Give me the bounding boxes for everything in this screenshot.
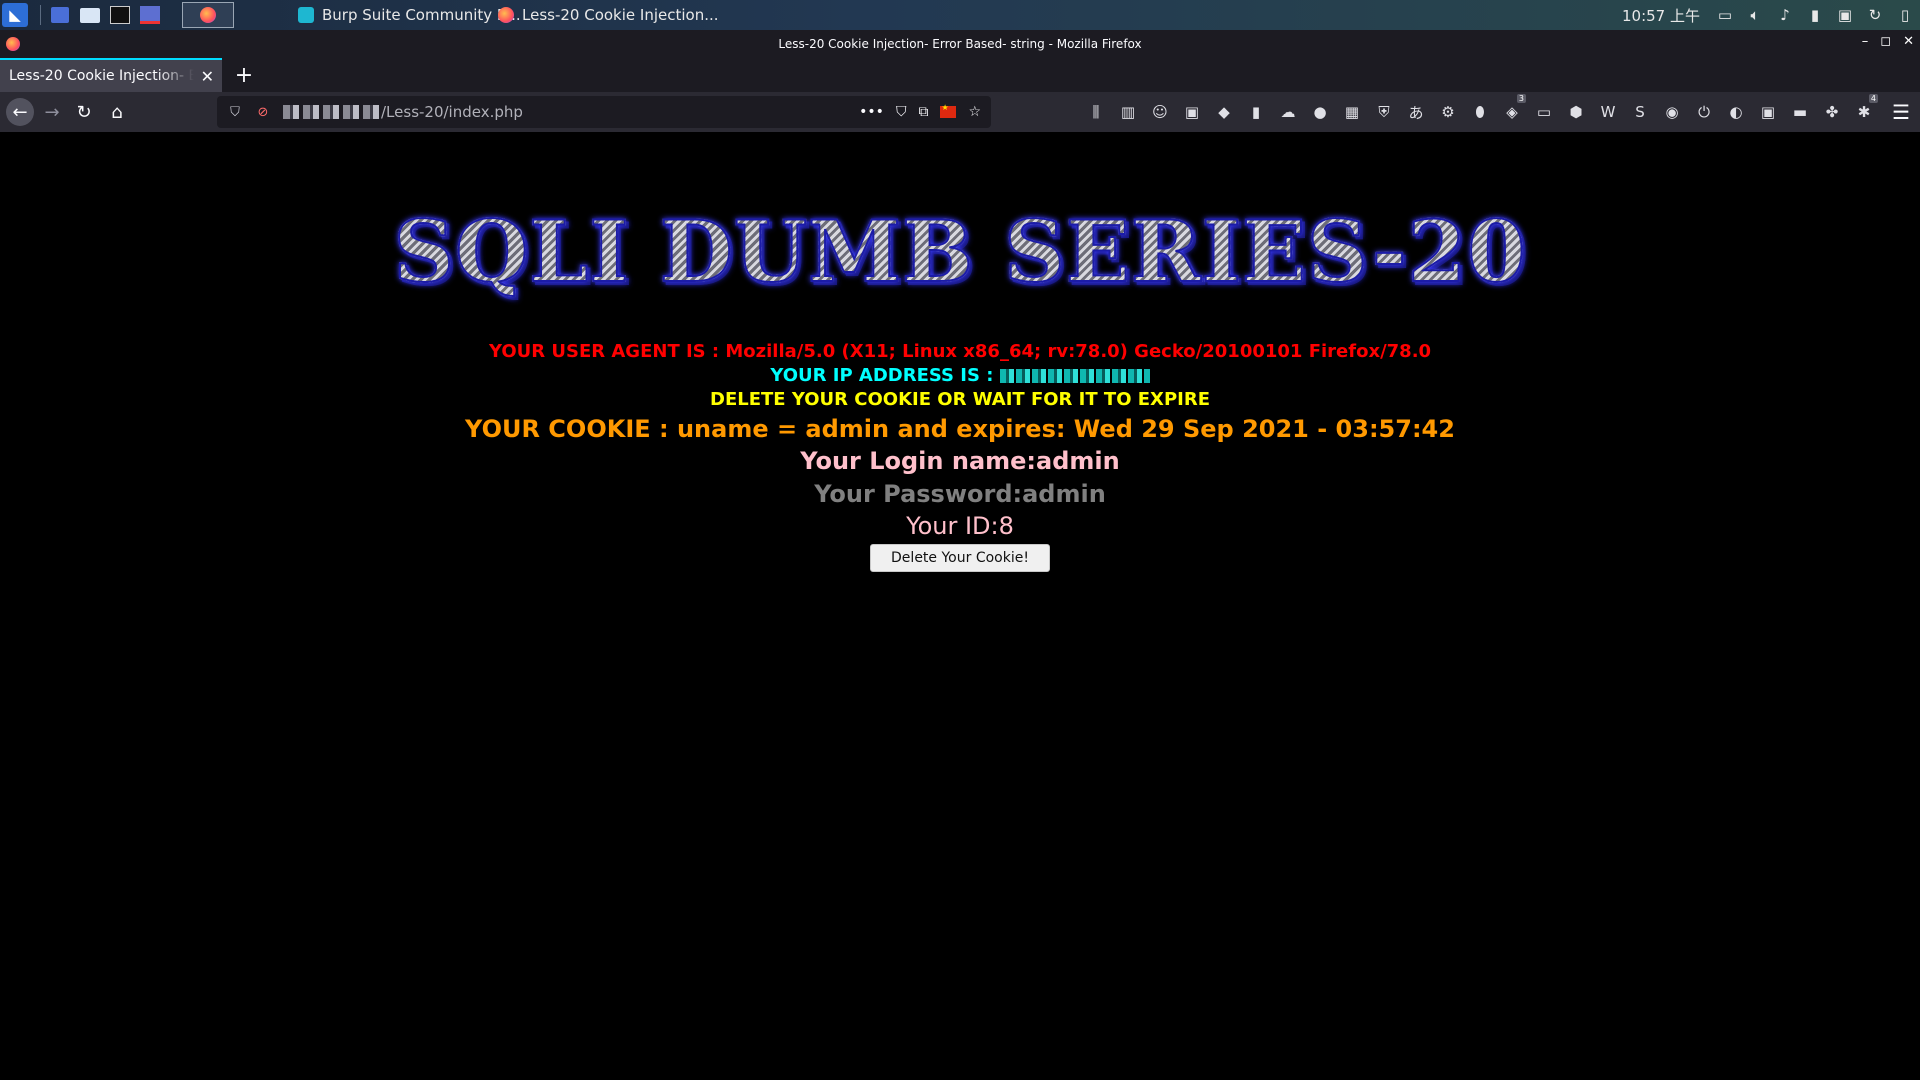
extensions-toolbar: ⫼ ▥ ☺ ▣ ◆ ▮ ☁ ● ▦ ⛨ あ ⚙ ⬮ ◈ 3 ▭ ⬢ W S ◉ ⏻ ◐ ▣ ▬ ✤ ✱ 4 <box>1080 92 1880 132</box>
system-tray: 10:57 上午 ▭ 🔈︎ ♪ ▮ ▣ ↻ ▯ <box>1622 0 1920 30</box>
terminal-icon[interactable] <box>108 3 132 27</box>
ext-ball-icon[interactable]: ● <box>1304 103 1336 121</box>
tab-title: Less-20 Cookie Injection- Error Based- s… <box>9 68 194 84</box>
power-menu-icon[interactable]: ▯ <box>1890 6 1920 24</box>
ext-grid-icon[interactable]: ▦ <box>1336 103 1368 121</box>
ext-shield-icon[interactable]: ⛨ <box>1368 103 1400 121</box>
tab-close-icon[interactable]: ✕ <box>201 67 214 86</box>
pocket-icon[interactable]: ⛉ <box>896 104 907 120</box>
ext-puzzle-icon[interactable]: ✤ <box>1816 103 1848 121</box>
hamburger-menu-icon[interactable]: ☰ <box>1892 100 1910 124</box>
arrow-right-icon: → <box>44 101 60 123</box>
ext-face-icon[interactable]: ☺ <box>1144 103 1176 121</box>
burp-icon <box>298 7 314 23</box>
ext-power-icon[interactable]: ⏻ <box>1688 103 1720 121</box>
tab-bar: Less-20 Cookie Injection- Error Based- s… <box>0 58 1920 92</box>
url-actions: ••• ⛉ ⧉ ☆ <box>859 96 981 128</box>
firefox-icon <box>498 7 514 23</box>
clock[interactable]: 10:57 上午 <box>1622 5 1710 26</box>
ext-cookie-icon[interactable]: ◉ <box>1656 103 1688 121</box>
refresh-session-icon[interactable]: ↻ <box>1860 6 1890 24</box>
new-tab-button[interactable]: + <box>230 61 258 89</box>
cookie-text: YOUR COOKIE : uname = admin and expires:… <box>465 415 1455 443</box>
ext-blank-icon[interactable]: ▭ <box>1528 103 1560 121</box>
ext-cloud-icon[interactable]: ☁ <box>1272 103 1304 121</box>
ip-address-line: YOUR IP ADDRESS IS : <box>0 365 1920 386</box>
library-icon[interactable]: ⫼ <box>1080 103 1112 121</box>
volume-icon[interactable]: 🔈︎ <box>1740 6 1770 24</box>
ext-hat-icon[interactable]: ▬ <box>1784 103 1816 121</box>
navigation-toolbar: ← → ↻ ⌂ ⛉ ⊘ /Less-20/index.php ••• ⛉ ⧉ ☆… <box>0 92 1920 132</box>
taskbar-task-firefox[interactable]: Less-20 Cookie Injection... <box>498 4 719 26</box>
os-taskbar: ◣ Burp Suite Community E... Less-20 Cook… <box>0 0 1920 30</box>
battery-icon[interactable]: ▮ <box>1800 6 1830 24</box>
translate-icon[interactable]: ⧉ <box>918 104 928 120</box>
expire-notice: DELETE YOUR COOKIE OR WAIT FOR IT TO EXP… <box>710 389 1210 410</box>
series-banner: SQLI DUMB SERIES-20 <box>0 201 1920 302</box>
firefox-icon <box>200 7 216 23</box>
screen-recorder-icon[interactable] <box>138 3 162 27</box>
close-icon[interactable]: ✕ <box>1903 34 1914 49</box>
arrow-left-icon: ← <box>12 101 28 123</box>
tracking-shield-icon[interactable]: ⛉ <box>225 105 245 120</box>
page-content: SQLI DUMB SERIES-20 YOUR USER AGENT IS :… <box>0 132 1920 1080</box>
ext-translate-icon[interactable]: あ <box>1400 102 1432 123</box>
kali-menu-icon[interactable]: ◣ <box>2 3 28 27</box>
window-title: Less-20 Cookie Injection- Error Based- s… <box>778 37 1142 51</box>
taskbar-task-label: Burp Suite Community E... <box>322 6 521 24</box>
window-titlebar: Less-20 Cookie Injection- Error Based- s… <box>0 30 1920 58</box>
home-icon: ⌂ <box>111 101 123 123</box>
china-flag-icon[interactable] <box>940 103 957 118</box>
firefox-icon <box>6 37 20 51</box>
ext-hex-icon[interactable]: ⬢ <box>1560 103 1592 121</box>
sidebar-icon[interactable]: ▥ <box>1112 103 1144 121</box>
page-actions-icon[interactable]: ••• <box>859 104 884 120</box>
back-button[interactable]: ← <box>6 98 34 126</box>
forward-button[interactable]: → <box>38 98 66 126</box>
ip-address-label: YOUR IP ADDRESS IS : <box>770 365 994 386</box>
user-id-text: Your ID:8 <box>906 512 1014 540</box>
extension-badge: 4 <box>1868 94 1878 103</box>
login-name-text: Your Login name:admin <box>800 447 1120 475</box>
ext-w-icon[interactable]: W <box>1592 103 1624 121</box>
tab-less-20[interactable]: Less-20 Cookie Injection- Error Based- s… <box>0 58 222 92</box>
url-host-redacted <box>283 105 381 119</box>
maximize-icon[interactable]: ◻ <box>1880 34 1891 49</box>
ext-bar-icon[interactable]: ▮ <box>1240 103 1272 121</box>
url-bar[interactable]: ⛉ ⊘ /Less-20/index.php ••• ⛉ ⧉ ☆ <box>217 96 991 128</box>
ext-s-icon[interactable]: S <box>1624 103 1656 121</box>
ext-cube-icon[interactable]: ◈ 3 <box>1496 94 1528 121</box>
ext-color-icon[interactable]: ◆ <box>1208 103 1240 121</box>
ip-address-redacted <box>999 369 1150 383</box>
delete-cookie-button[interactable]: Delete Your Cookie! <box>870 544 1050 572</box>
extension-badge: 3 <box>1516 94 1526 103</box>
display-icon[interactable]: ▭ <box>1710 6 1740 24</box>
window-controls: – ◻ ✕ <box>1862 34 1914 49</box>
taskbar-firefox-button[interactable] <box>182 2 234 28</box>
bookmark-star-icon[interactable]: ☆ <box>968 104 981 120</box>
notification-bell-icon[interactable]: ♪ <box>1770 6 1800 24</box>
password-text: Your Password:admin <box>814 480 1106 508</box>
ext-red-icon[interactable]: ▣ <box>1752 103 1784 121</box>
reload-icon: ↻ <box>76 101 92 123</box>
lock-icon[interactable]: ▣ <box>1830 6 1860 24</box>
minimize-icon[interactable]: – <box>1862 34 1869 49</box>
reload-button[interactable]: ↻ <box>70 98 98 126</box>
insecure-lock-icon[interactable]: ⊘ <box>253 105 273 120</box>
taskbar-task-burp[interactable]: Burp Suite Community E... <box>298 4 521 26</box>
desktop-icon[interactable] <box>48 3 72 27</box>
file-manager-icon[interactable] <box>78 3 102 27</box>
ext-gear-icon[interactable]: ⚙ <box>1432 103 1464 121</box>
ext-glasses-icon[interactable]: ▣ <box>1176 103 1208 121</box>
ext-moon-icon[interactable]: ◐ <box>1720 103 1752 121</box>
user-agent-text: YOUR USER AGENT IS : Mozilla/5.0 (X11; L… <box>488 341 1432 362</box>
taskbar-separator <box>40 5 41 25</box>
ext-pin-icon[interactable]: ⬮ <box>1464 103 1496 121</box>
home-button[interactable]: ⌂ <box>103 98 131 126</box>
ext-bug-icon[interactable]: ✱ 4 <box>1848 94 1880 121</box>
taskbar-task-label: Less-20 Cookie Injection... <box>522 6 719 24</box>
url-path: /Less-20/index.php <box>381 103 523 121</box>
